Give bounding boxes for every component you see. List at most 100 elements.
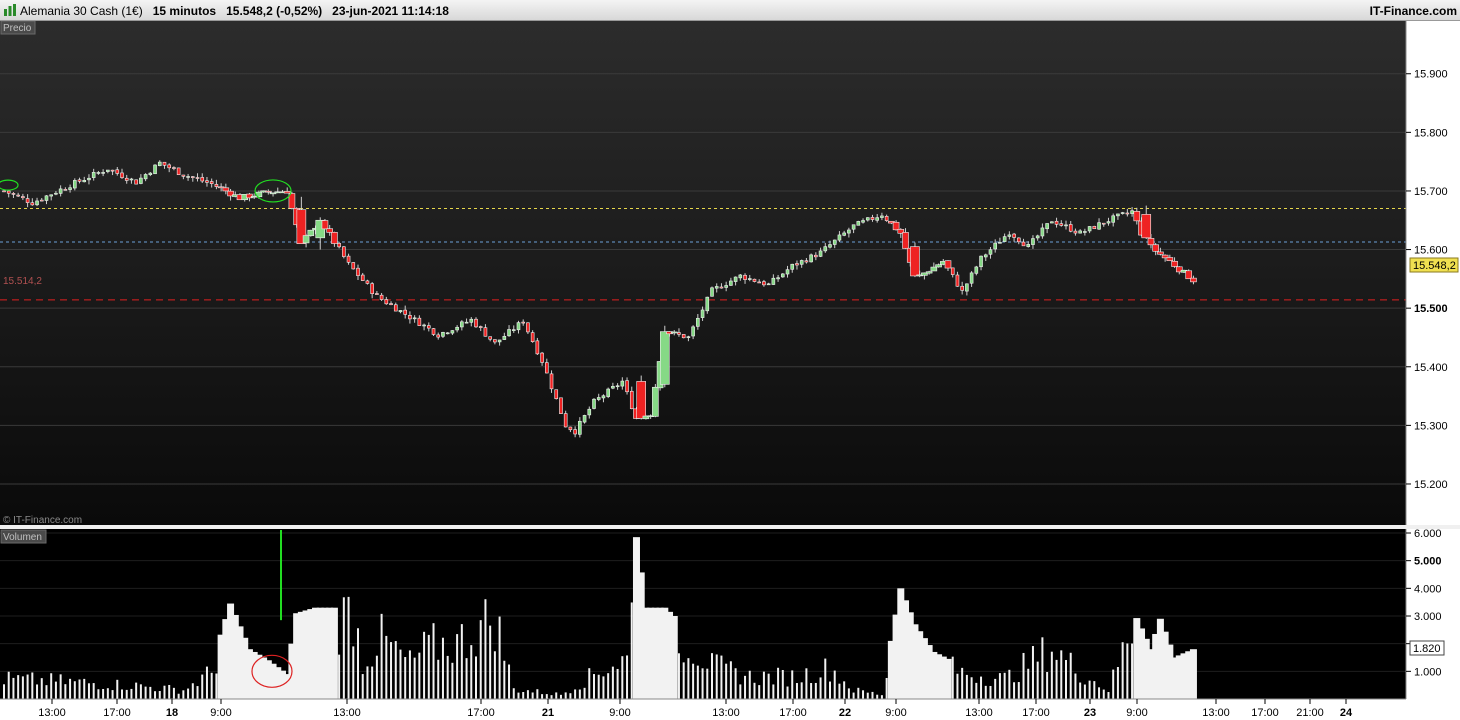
candle-bull xyxy=(861,220,865,223)
volume-bar xyxy=(739,684,742,699)
volume-bar xyxy=(975,682,978,699)
volume-bar xyxy=(1116,667,1119,699)
candle-bull xyxy=(307,229,315,237)
candle-bull xyxy=(96,172,101,174)
volume-bar xyxy=(838,683,841,699)
price-panel[interactable] xyxy=(0,21,1406,525)
volume-bar xyxy=(725,663,728,699)
support-level-label: 15.514,2 xyxy=(3,276,42,287)
volume-bar xyxy=(73,681,76,699)
candle-bull xyxy=(1106,221,1111,224)
candle-bear xyxy=(568,426,573,431)
candle-bear xyxy=(563,413,568,428)
volume-bar xyxy=(1112,669,1115,699)
candle-bull xyxy=(700,309,705,318)
candle-bear xyxy=(200,177,205,182)
volume-bar xyxy=(413,657,416,699)
volume-bar xyxy=(857,687,860,699)
candle-bull xyxy=(790,263,795,270)
volume-bar xyxy=(616,668,619,699)
candle-bull xyxy=(974,266,979,274)
time-tick-label: 13:00 xyxy=(333,707,361,719)
candle-bear xyxy=(124,177,129,181)
volume-bar xyxy=(989,685,992,699)
volume-bar xyxy=(720,655,723,699)
candle-bull xyxy=(596,397,601,400)
candle-bull xyxy=(68,187,72,190)
volume-bar xyxy=(40,678,43,699)
volume-bar xyxy=(508,664,511,699)
volume-bar xyxy=(536,689,539,699)
time-tick-label: 13:00 xyxy=(712,707,740,719)
candle-bear xyxy=(172,167,176,169)
panel-separator[interactable] xyxy=(0,525,1460,529)
time-tick-label: 24 xyxy=(1340,707,1353,719)
volume-bar xyxy=(956,673,959,699)
volume-bar xyxy=(876,694,879,699)
volume-bar xyxy=(517,692,520,699)
candle-bull xyxy=(828,244,832,248)
candle-bear xyxy=(356,267,360,276)
candle-bear xyxy=(540,352,544,363)
candle-bull xyxy=(686,336,691,338)
candle-bear xyxy=(342,246,346,257)
volume-bar xyxy=(824,658,827,699)
volume-bar xyxy=(772,684,775,699)
volume-bar xyxy=(767,673,770,699)
candle-bear xyxy=(195,177,200,179)
volume-bar xyxy=(994,678,997,699)
volume-bar xyxy=(187,688,190,699)
candle-bull xyxy=(979,255,983,268)
volume-bar xyxy=(210,672,213,699)
candle-bear xyxy=(762,281,766,286)
time-tick-label: 13:00 xyxy=(965,707,993,719)
volume-bar xyxy=(489,625,492,699)
candle-bull xyxy=(875,217,880,221)
candle-bear xyxy=(493,339,497,343)
volume-bar xyxy=(692,663,695,699)
candle-bear xyxy=(321,220,329,230)
volume-bar xyxy=(550,695,553,699)
candle-bear xyxy=(25,198,30,203)
volume-bar xyxy=(711,653,713,699)
candle-bull xyxy=(865,217,870,221)
volume-bar xyxy=(626,655,629,699)
volume-bar xyxy=(215,673,218,699)
candle-bear xyxy=(1092,225,1097,230)
timestamp: 23-jun-2021 11:14:18 xyxy=(332,4,449,18)
volume-bar xyxy=(418,652,421,699)
volume-bar xyxy=(503,660,506,699)
candle-bear xyxy=(1166,257,1174,262)
candle-bull xyxy=(724,285,728,288)
volume-bar xyxy=(611,666,614,699)
candle-bull xyxy=(710,287,714,297)
volume-bar xyxy=(786,686,789,699)
candle-bear xyxy=(636,381,647,419)
volume-bar xyxy=(1121,642,1124,699)
volume-bar xyxy=(522,692,525,699)
candle-bear xyxy=(870,217,875,220)
candle-bear xyxy=(176,167,181,175)
candle-bear xyxy=(191,176,195,178)
volume-bar xyxy=(168,684,171,699)
volume-bar xyxy=(17,675,20,699)
candle-bear xyxy=(478,326,483,328)
candle-bear xyxy=(884,216,889,221)
volume-tick-label: 3.000 xyxy=(1414,611,1442,623)
price-tick-label: 15.600 xyxy=(1414,245,1448,257)
volume-bar xyxy=(1013,682,1016,699)
volume-bar xyxy=(1189,649,1197,699)
volume-bar xyxy=(1088,680,1091,699)
volume-bar xyxy=(526,690,529,699)
candle-bull xyxy=(460,321,464,328)
price-axis[interactable] xyxy=(1406,21,1460,525)
price-tick-label: 15.500 xyxy=(1414,303,1448,315)
price-tick-label: 15.300 xyxy=(1414,420,1448,432)
brand-label: IT-Finance.com xyxy=(1369,4,1457,18)
candle-bull xyxy=(988,249,993,255)
candle-bear xyxy=(214,184,219,187)
candle-bull xyxy=(1031,238,1035,245)
volume-bar xyxy=(92,683,95,699)
volume-bar xyxy=(512,688,515,699)
volume-bar xyxy=(121,689,123,699)
